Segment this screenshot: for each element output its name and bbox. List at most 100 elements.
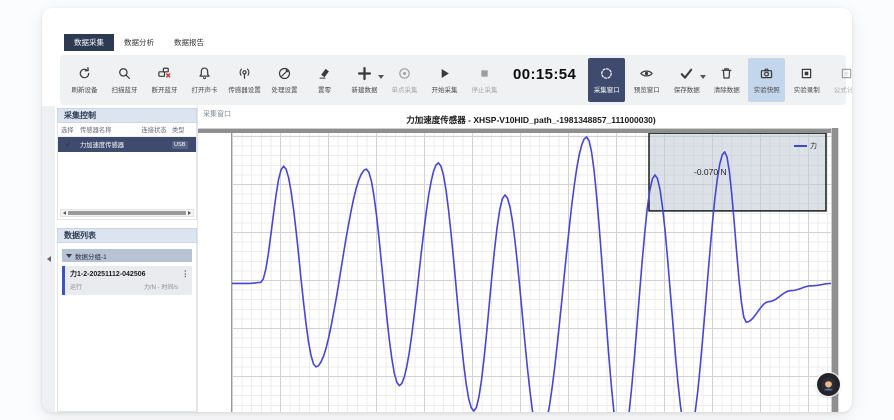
chart-title: 力加速度传感器 - XHSP-V10HID_path_-1981348857_1…	[231, 114, 831, 126]
process-settings-icon	[277, 66, 292, 81]
capture-window-label: 采集窗口	[594, 84, 620, 94]
single-point-capture-label: 单点采集	[392, 84, 418, 94]
dropdown-caret-icon[interactable]	[378, 75, 384, 79]
y-tick-mark	[231, 328, 232, 329]
experiment-record-label: 实验录制	[794, 84, 820, 94]
col-sensor-name: 传感器名称	[80, 125, 136, 134]
disconnect-bluetooth-button[interactable]: 断开蓝牙	[146, 58, 183, 102]
data-list-panel: 数据列表 数据分组-1 力1-2-20251112-042506 运行 力/N …	[57, 228, 197, 412]
play-icon	[437, 66, 452, 81]
y-tick-mark	[231, 184, 232, 185]
collect-panel-title: 采集控制	[64, 110, 96, 121]
sensor-settings-icon	[237, 66, 252, 81]
collapse-left-icon	[47, 256, 51, 262]
waveform-svg	[232, 133, 831, 412]
stop-capture-button[interactable]: 停止采集	[466, 58, 503, 102]
scan-bluetooth-label: 扫描蓝牙	[112, 84, 138, 94]
sidebar-collapse-strip[interactable]	[42, 106, 55, 412]
check-icon	[679, 66, 694, 81]
preview-window-label: 预览窗口	[634, 84, 660, 94]
refresh-device-label: 刷新设备	[72, 84, 98, 94]
dropdown-caret-icon[interactable]	[700, 75, 706, 79]
experiment-record-button[interactable]: 实验录制	[788, 58, 825, 102]
capture-window-icon	[599, 66, 614, 81]
zero-label: 置零	[318, 84, 331, 94]
tab-data-analysis[interactable]: 数据分析	[114, 34, 164, 51]
plus-icon	[357, 66, 372, 81]
bell-icon	[197, 66, 212, 81]
sidebar: 采集控制 选择 传感器名称 连接状态 类型 力加速度传感器 USB	[57, 108, 197, 412]
formula-calc-button[interactable]: 公式计算	[828, 58, 852, 102]
refresh-icon	[77, 66, 92, 81]
start-capture-button[interactable]: 开始采集	[426, 58, 463, 102]
collect-panel-header: 采集控制	[57, 108, 197, 123]
avatar-icon	[821, 377, 836, 392]
item-menu-icon[interactable]: ⋮	[182, 269, 190, 278]
data-group-row[interactable]: 数据分组-1	[62, 249, 192, 262]
open-soundcard-label: 打开声卡	[192, 84, 218, 94]
process-settings-label: 处理设置	[272, 84, 298, 94]
data-record-item[interactable]: 力1-2-20251112-042506 运行 力/N - 时间/s ⋮	[62, 266, 192, 295]
single-point-icon	[397, 66, 412, 81]
bluetooth-disconnect-icon	[157, 66, 172, 81]
clear-data-button[interactable]: 清除数据	[708, 58, 745, 102]
save-data-button[interactable]: 保存数据	[668, 58, 705, 102]
tab-data-report[interactable]: 数据报告	[164, 34, 214, 51]
sensor-type-badge: USB	[172, 141, 188, 149]
new-data-label: 新建数据	[352, 84, 378, 94]
formula-calc-label: 公式计算	[834, 84, 852, 94]
y-tick-mark	[231, 136, 232, 137]
capture-window-label: 采集窗口	[203, 109, 231, 119]
data-group-label: 数据分组-1	[75, 251, 107, 261]
save-data-label: 保存数据	[674, 84, 700, 94]
stop-icon	[477, 66, 492, 81]
col-connect-status: 连接状态	[136, 125, 172, 134]
trash-icon	[719, 66, 734, 81]
scan-bluetooth-button[interactable]: 扫描蓝牙	[106, 58, 143, 102]
y-tick-mark	[231, 232, 232, 233]
zero-button[interactable]: 置零	[306, 58, 343, 102]
tab-data-acquisition[interactable]: 数据采集	[64, 34, 114, 51]
camera-icon	[759, 66, 774, 81]
scroll-left-icon[interactable]	[63, 211, 66, 215]
data-panel-title: 数据列表	[64, 230, 96, 241]
legend-label: 力	[810, 141, 817, 151]
capture-window-panel: 采集窗口 力加速度传感器 - XHSP-V10HID_path_-1981348…	[197, 106, 852, 412]
experiment-snapshot-button[interactable]: 实验快照	[748, 58, 785, 102]
avatar-floating-button[interactable]	[817, 373, 840, 396]
col-type: 类型	[172, 125, 192, 134]
data-record-status: 运行	[70, 282, 82, 291]
y-tick-mark	[231, 280, 232, 281]
stop-capture-label: 停止采集	[472, 84, 498, 94]
experiment-snapshot-label: 实验快照	[754, 84, 780, 94]
clear-data-label: 清除数据	[714, 84, 740, 94]
chart-vscrollbar[interactable]	[831, 128, 839, 412]
scroll-right-icon[interactable]	[188, 211, 191, 215]
eye-icon	[639, 66, 654, 81]
open-soundcard-button[interactable]: 打开声卡	[186, 58, 223, 102]
sensor-row[interactable]: 力加速度传感器 USB	[58, 137, 196, 152]
sensor-table-header: 选择 传感器名称 连接状态 类型	[58, 123, 196, 137]
eraser-icon	[317, 66, 332, 81]
hscroll-thumb[interactable]	[68, 211, 186, 215]
sensor-settings-button[interactable]: 传感器设置	[226, 58, 263, 102]
capture-timer: 00:15:54	[513, 66, 576, 83]
refresh-device-button[interactable]: 刷新设备	[66, 58, 103, 102]
chevron-down-icon	[66, 254, 72, 258]
sensor-settings-label: 传感器设置	[228, 84, 261, 94]
preview-window-button[interactable]: 预览窗口	[628, 58, 665, 102]
single-point-capture-button[interactable]: 单点采集	[386, 58, 423, 102]
capture-window-button[interactable]: 采集窗口	[588, 58, 625, 102]
sensor-table-hscrollbar[interactable]	[60, 209, 194, 217]
tab-bar: 数据采集数据分析数据报告	[64, 34, 214, 51]
col-select: 选择	[61, 125, 80, 134]
new-data-button[interactable]: 新建数据	[346, 58, 383, 102]
chart-plot-area[interactable]: 力 [N] -0.070 N 力 3210-1-2	[231, 133, 831, 412]
annotation-value: -0.070 N	[694, 167, 727, 177]
chart-legend: 力	[794, 141, 817, 151]
record-icon	[799, 66, 814, 81]
sensor-name: 力加速度传感器	[80, 140, 136, 149]
legend-line-icon	[794, 145, 807, 147]
y-tick-mark	[231, 376, 232, 377]
process-settings-button[interactable]: 处理设置	[266, 58, 303, 102]
